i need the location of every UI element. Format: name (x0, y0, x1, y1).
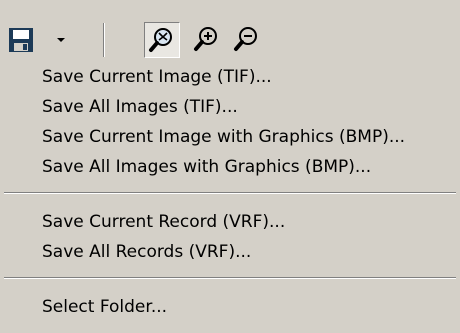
toolbar-separator (103, 23, 105, 57)
menu-item-save-current-image-graphics-bmp[interactable]: Save Current Image with Graphics (BMP)..… (0, 122, 460, 152)
zoom-out-button[interactable] (232, 24, 262, 54)
floppy-disk-icon (9, 28, 33, 52)
dropdown-arrow-icon (57, 38, 65, 42)
menu-item-save-all-images-tif[interactable]: Save All Images (TIF)... (0, 92, 460, 122)
menu-item-save-all-images-graphics-bmp[interactable]: Save All Images with Graphics (BMP)... (0, 152, 460, 182)
zoom-all-icon (149, 28, 172, 52)
zoom-in-icon (194, 27, 217, 51)
save-button[interactable] (6, 25, 36, 55)
menu-separator (4, 192, 456, 194)
menu-item-save-current-image-tif[interactable]: Save Current Image (TIF)... (0, 62, 460, 92)
menu-separator (4, 277, 456, 279)
menu-item-save-current-record-vrf[interactable]: Save Current Record (VRF)... (0, 207, 460, 237)
zoom-out-icon (234, 27, 257, 51)
save-options-dropdown[interactable] (49, 25, 73, 55)
zoom-in-button[interactable] (192, 24, 222, 54)
save-menu: Save Current Image (TIF)... Save All Ima… (0, 58, 460, 333)
toolbar (0, 0, 460, 58)
zoom-all-button[interactable] (144, 22, 180, 58)
menu-item-save-all-records-vrf[interactable]: Save All Records (VRF)... (0, 237, 460, 267)
menu-item-select-folder[interactable]: Select Folder... (0, 292, 460, 322)
